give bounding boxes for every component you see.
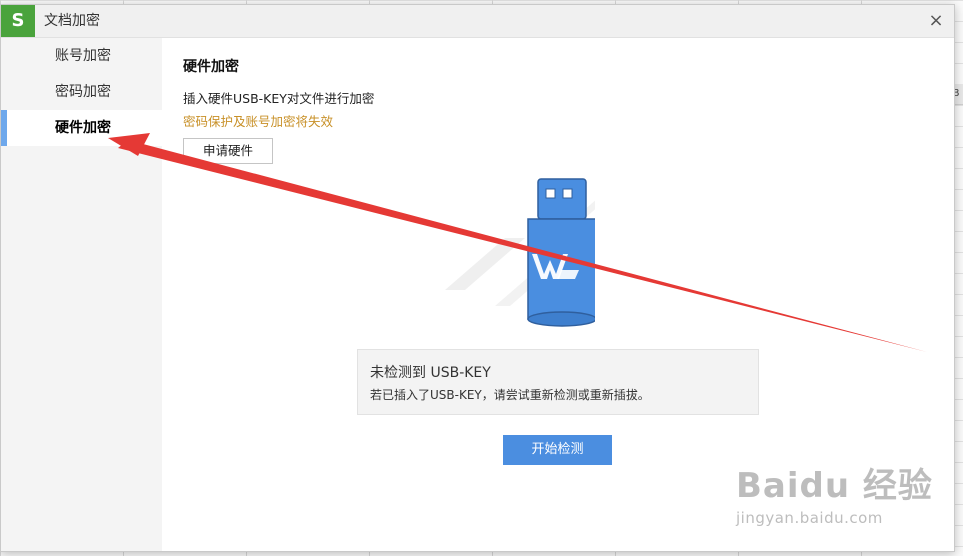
title-bar: S 文档加密 × <box>1 5 954 38</box>
sidebar-item-label: 密码加密 <box>55 84 111 100</box>
sidebar-item-label: 账号加密 <box>55 48 111 64</box>
baidu-watermark: Baidu 经验 jingyan.baidu.com <box>736 458 936 538</box>
status-title: 未检测到 USB-KEY <box>370 365 491 381</box>
wps-logo-icon: S <box>1 5 35 37</box>
section-title: 硬件加密 <box>183 59 239 75</box>
sidebar-item-hardware-encryption[interactable]: 硬件加密 <box>1 110 162 146</box>
active-indicator <box>1 110 7 146</box>
sidebar-item-account-encryption[interactable]: 账号加密 <box>1 38 162 74</box>
watermark-logo: Baidu 经验 <box>736 466 933 506</box>
warning-text: 密码保护及账号加密将失效 <box>183 114 334 129</box>
status-detail: 若已插入了USB-KEY，请尝试重新检测或重新插拔。 <box>370 388 650 402</box>
usb-key-icon <box>445 178 595 327</box>
dialog-title: 文档加密 <box>44 13 100 29</box>
apply-hardware-button[interactable]: 申请硬件 <box>183 138 273 164</box>
description-text: 插入硬件USB-KEY对文件进行加密 <box>183 91 375 106</box>
sidebar-item-password-encryption[interactable]: 密码加密 <box>1 74 162 110</box>
close-icon[interactable]: × <box>924 9 948 33</box>
watermark-url: jingyan.baidu.com <box>736 509 883 527</box>
sidebar: 账号加密 密码加密 硬件加密 <box>1 38 162 551</box>
detection-status-box: 未检测到 USB-KEY 若已插入了USB-KEY，请尝试重新检测或重新插拔。 <box>357 349 759 415</box>
start-detection-button[interactable]: 开始检测 <box>503 435 612 465</box>
sidebar-item-label: 硬件加密 <box>55 120 111 136</box>
